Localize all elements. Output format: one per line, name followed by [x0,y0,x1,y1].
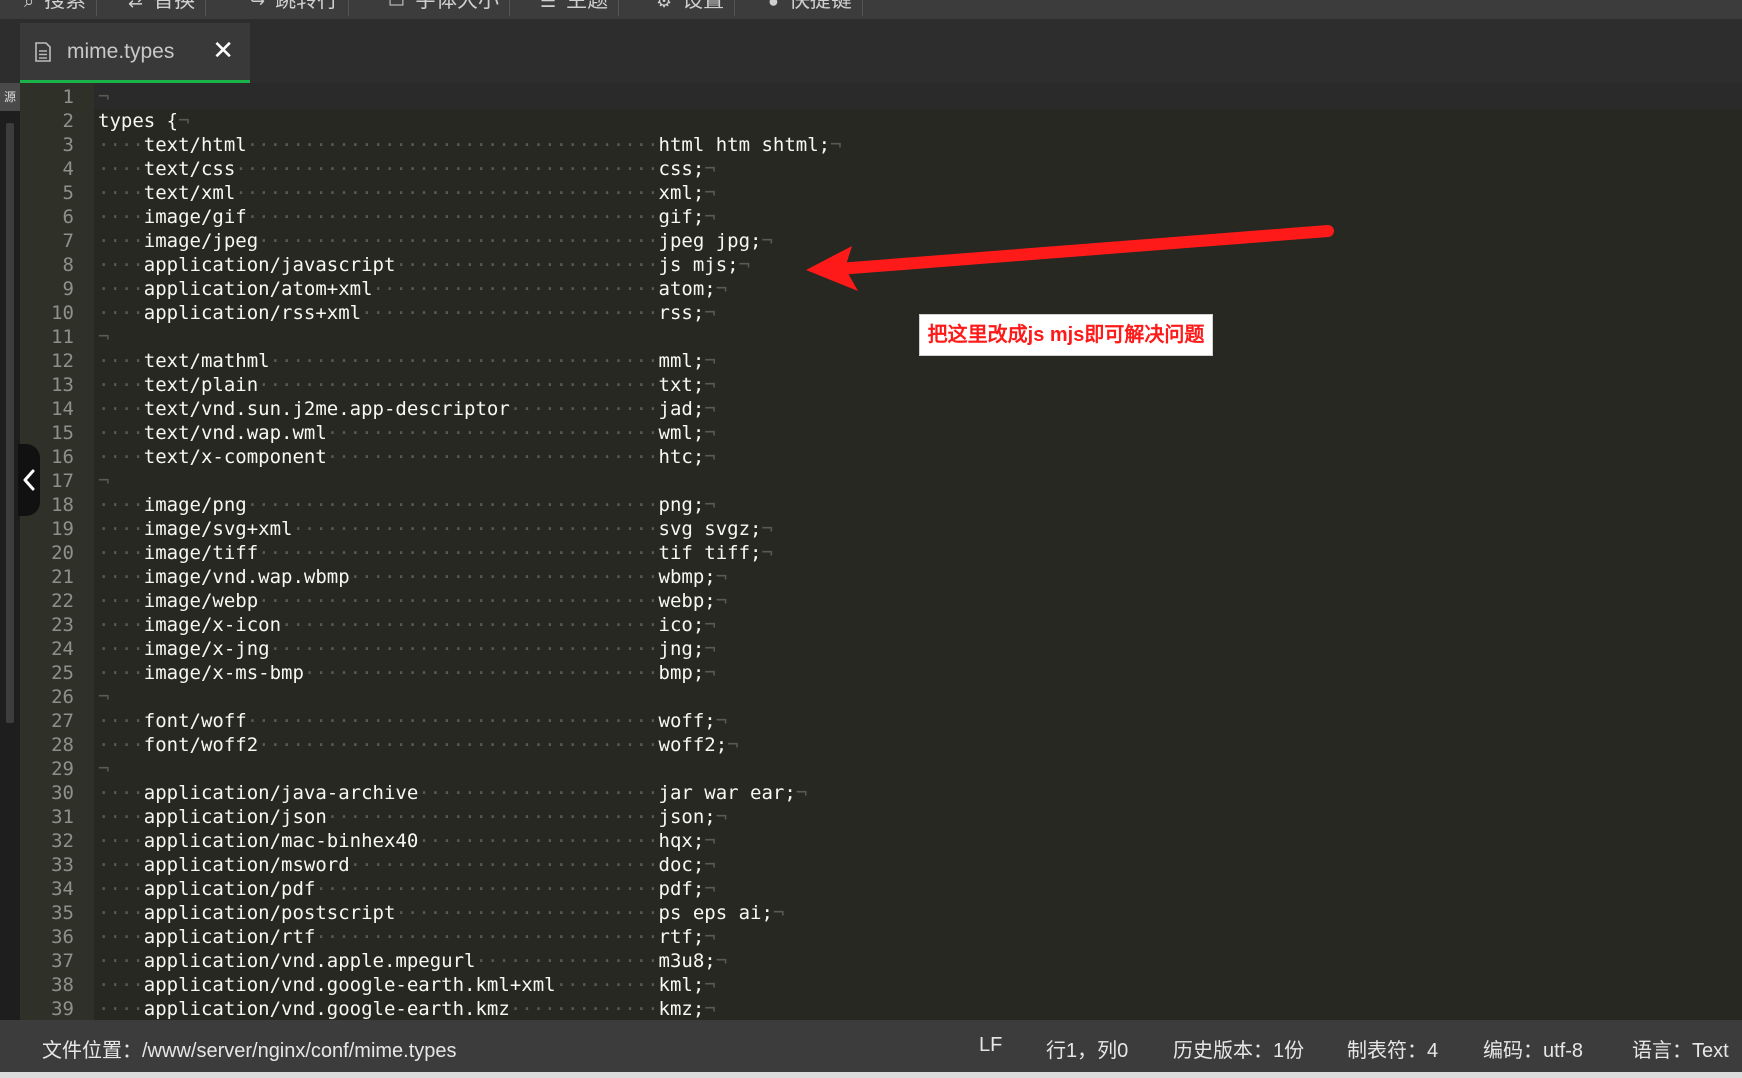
status-eol[interactable]: LF [979,1034,1002,1057]
status-history[interactable]: 历史版本：1份 [1173,1034,1304,1063]
status-cursor-position: 行1，列0 [1046,1040,1129,1062]
status-tab-size[interactable]: 制表符：4 [1347,1034,1438,1063]
status-file-path: 文件位置：/www/server/nginx/conf/mime.types [42,1040,457,1062]
status-bar: 文件位置：/www/server/nginx/conf/mime.types L… [0,1020,1742,1072]
window-bottom-edge [0,1072,1742,1078]
annotation-note: 把这里改成js mjs即可解决问题 [919,314,1213,356]
annotation-arrow [806,225,1334,291]
status-language[interactable]: 语言：Text [1632,1034,1729,1063]
status-encoding[interactable]: 编码：utf-8 [1483,1034,1583,1063]
